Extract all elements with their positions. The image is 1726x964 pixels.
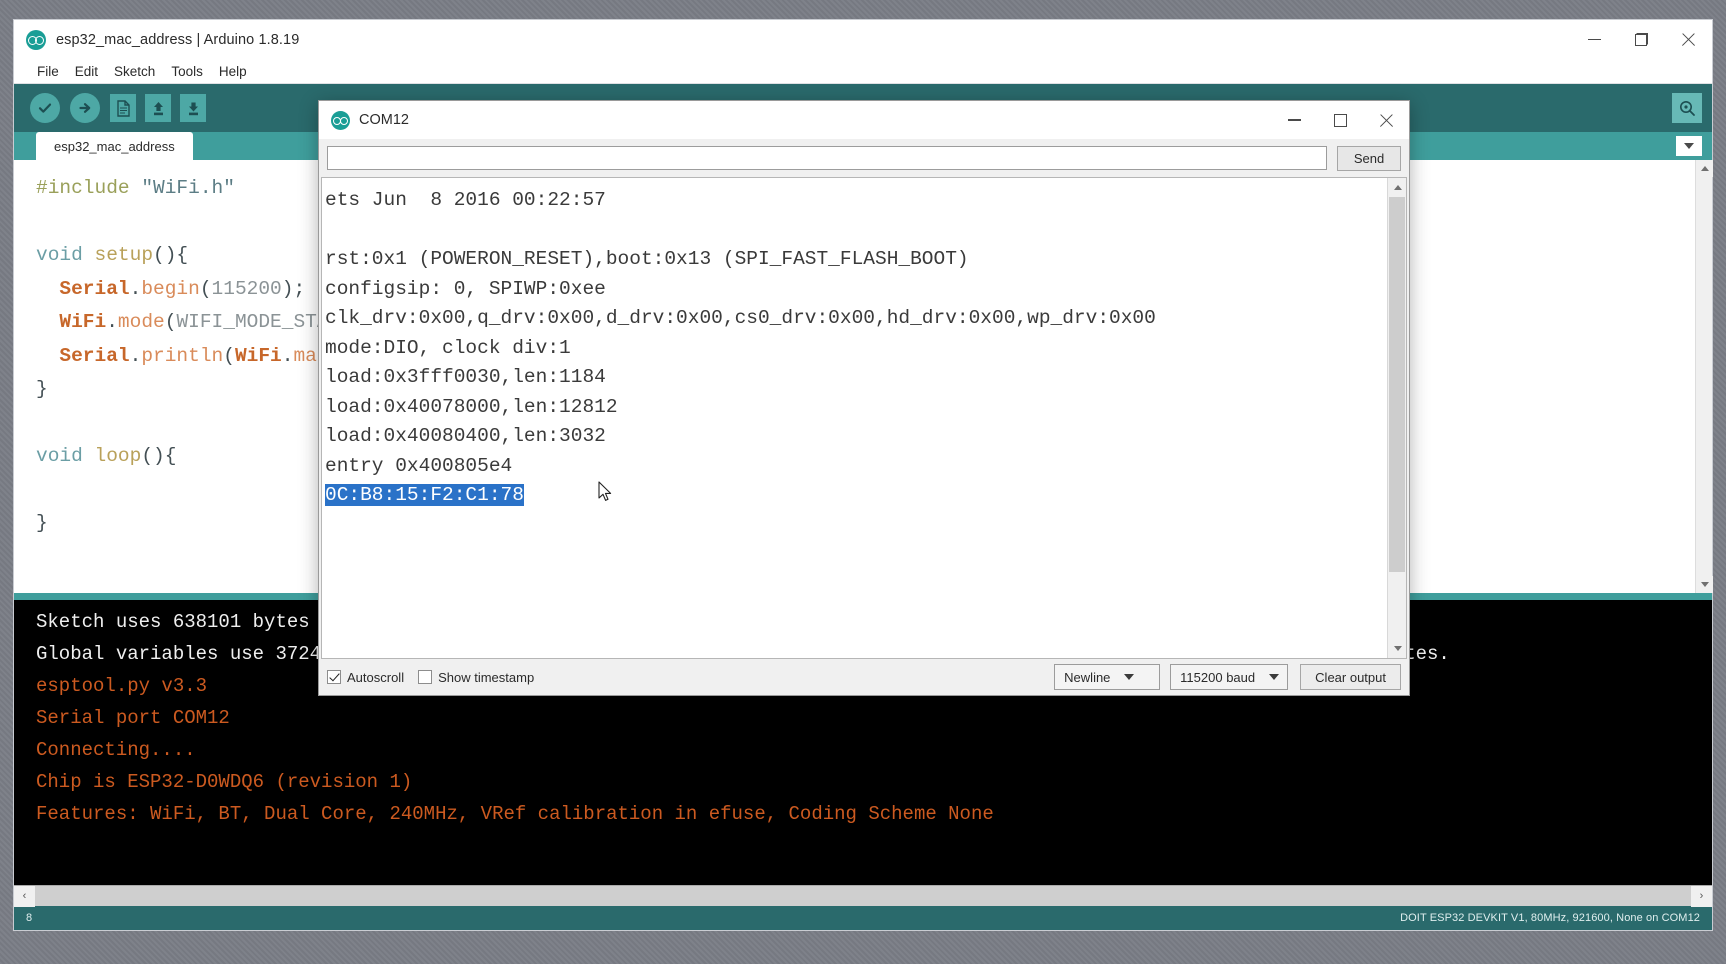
console-line: Features: WiFi, BT, Dual Core, 240MHz, V… — [36, 803, 994, 825]
serial-monitor-icon — [1679, 100, 1695, 116]
editor-scroll-up-button[interactable] — [1696, 160, 1713, 177]
send-button[interactable]: Send — [1337, 145, 1401, 171]
close-button[interactable] — [1665, 20, 1712, 59]
serial-output-line: clk_drv:0x00,q_drv:0x00,d_drv:0x00,cs0_d… — [325, 307, 1156, 329]
serial-output-line: rst:0x1 (POWERON_RESET),boot:0x13 (SPI_F… — [325, 248, 969, 270]
serial-output-line: ets Jun 8 2016 00:22:57 — [325, 189, 606, 211]
serial-monitor-bottom-bar: Autoscroll Show timestamp Newline 115200… — [319, 659, 1409, 695]
checkbox-checked-icon — [327, 670, 341, 684]
console-line: esptool.py v3.3 — [36, 675, 208, 697]
triangle-down-icon — [1393, 646, 1402, 651]
menu-tools[interactable]: Tools — [164, 62, 210, 81]
status-board-info: DOIT ESP32 DEVKIT V1, 80MHz, 921600, Non… — [1400, 912, 1700, 924]
menu-help[interactable]: Help — [212, 62, 254, 81]
line-ending-value: Newline — [1064, 669, 1111, 685]
serial-output-line: configsip: 0, SPIWP:0xee — [325, 277, 606, 300]
baud-rate-select[interactable]: 115200 baud — [1170, 664, 1289, 690]
serial-output-area: ets Jun 8 2016 00:22:57 rst:0x1 (POWERON… — [321, 177, 1407, 659]
statusbar: 8 DOIT ESP32 DEVKIT V1, 80MHz, 921600, N… — [14, 906, 1712, 930]
show-timestamp-checkbox[interactable]: Show timestamp — [418, 670, 534, 685]
autoscroll-checkbox[interactable]: Autoscroll — [327, 670, 404, 685]
selected-mac-address[interactable]: 0C:B8:15:F2:C1:78 — [325, 484, 524, 506]
serial-output-line: load:0x3fff0030,len:1184 — [325, 366, 606, 388]
menu-edit[interactable]: Edit — [68, 62, 105, 81]
serial-monitor-send-row: Send — [319, 139, 1409, 177]
baud-rate-value: 115200 baud — [1180, 669, 1256, 685]
minimize-icon — [1588, 38, 1601, 41]
open-sketch-button[interactable] — [145, 94, 171, 122]
menubar: File Edit Sketch Tools Help — [14, 59, 1712, 84]
maximize-icon — [1333, 113, 1347, 127]
open-sketch-icon — [153, 101, 163, 115]
close-icon — [1379, 113, 1394, 128]
restore-icon — [1635, 33, 1648, 46]
minimize-icon — [1287, 119, 1301, 121]
console-line: Connecting.... — [36, 739, 196, 761]
serial-output-line: load:0x40080400,len:3032 — [325, 425, 606, 447]
serial-monitor-window-controls — [1271, 101, 1409, 139]
save-sketch-icon — [188, 102, 198, 115]
triangle-down-icon — [1700, 582, 1709, 587]
chevron-down-icon — [1684, 143, 1694, 149]
console-scroll-right-button[interactable]: › — [1691, 885, 1712, 907]
serial-monitor-button[interactable] — [1672, 93, 1702, 123]
save-sketch-button[interactable] — [180, 94, 206, 122]
serial-scroll-down-button[interactable] — [1388, 639, 1406, 658]
editor-vertical-scrollbar[interactable] — [1695, 160, 1713, 593]
window-title: esp32_mac_address | Arduino 1.8.19 — [56, 31, 300, 48]
editor-scroll-down-button[interactable] — [1696, 576, 1713, 593]
triangle-up-icon — [1700, 166, 1709, 171]
menu-sketch[interactable]: Sketch — [107, 62, 162, 81]
tab-esp32-mac-address[interactable]: esp32_mac_address — [36, 132, 193, 160]
console-scroll-left-button[interactable]: ‹ — [14, 885, 35, 907]
triangle-up-icon — [1393, 185, 1402, 190]
serial-scroll-up-button[interactable] — [1388, 178, 1406, 197]
restore-button[interactable] — [1618, 20, 1665, 59]
new-sketch-button[interactable] — [110, 94, 136, 122]
chevron-down-icon — [1124, 674, 1135, 680]
verify-button[interactable] — [30, 93, 60, 123]
new-sketch-icon — [116, 99, 130, 117]
serial-monitor-window: COM12 Send ets Jun 8 2016 00:22:57 rst:0… — [318, 100, 1410, 696]
serial-send-input[interactable] — [327, 146, 1327, 170]
show-timestamp-label: Show timestamp — [438, 669, 535, 685]
chevron-down-icon — [1269, 674, 1280, 680]
minimize-button[interactable] — [1571, 20, 1618, 59]
console-line: Serial port COM12 — [36, 707, 230, 729]
tab-menu-button[interactable] — [1676, 136, 1702, 156]
serial-monitor-minimize-button[interactable] — [1271, 101, 1317, 139]
serial-monitor-title: COM12 — [359, 112, 409, 128]
verify-icon — [38, 103, 52, 113]
line-ending-select[interactable]: Newline — [1054, 664, 1161, 690]
autoscroll-label: Autoscroll — [347, 669, 405, 685]
close-icon — [1681, 32, 1696, 47]
upload-icon — [79, 103, 91, 113]
serial-output-line: load:0x40078000,len:12812 — [325, 395, 618, 418]
arduino-logo-icon — [26, 29, 46, 50]
menu-file[interactable]: File — [30, 62, 66, 81]
serial-scrollbar-thumb[interactable] — [1389, 197, 1405, 572]
clear-output-button[interactable]: Clear output — [1300, 664, 1401, 690]
console-line: Chip is ESP32-D0WDQ6 (revision 1) — [36, 771, 413, 793]
serial-output-line: entry 0x400805e4 — [325, 454, 513, 477]
main-window-controls — [1571, 20, 1712, 59]
serial-output-text[interactable]: ets Jun 8 2016 00:22:57 rst:0x1 (POWERON… — [322, 178, 1387, 658]
checkbox-unchecked-icon — [418, 670, 433, 684]
serial-monitor-close-button[interactable] — [1363, 101, 1409, 139]
serial-monitor-maximize-button[interactable] — [1317, 101, 1363, 139]
serial-output-scrollbar[interactable] — [1387, 178, 1406, 658]
serial-monitor-titlebar: COM12 — [319, 101, 1409, 139]
serial-output-line: mode:DIO, clock div:1 — [325, 336, 571, 359]
main-titlebar: esp32_mac_address | Arduino 1.8.19 — [14, 20, 1712, 59]
arduino-logo-icon — [331, 110, 350, 130]
console-horizontal-scrollbar[interactable]: ‹ › — [14, 885, 1712, 907]
upload-button[interactable] — [70, 93, 100, 123]
status-line-number: 8 — [26, 912, 33, 924]
